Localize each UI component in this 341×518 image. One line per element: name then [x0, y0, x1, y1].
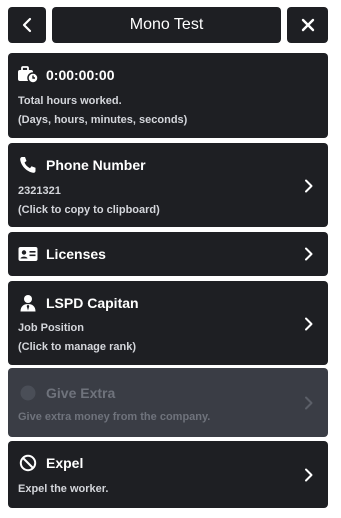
job-position-card[interactable]: LSPD Capitan Job Position (Click to mana… — [8, 281, 328, 365]
page-title: Mono Test — [52, 7, 281, 43]
phone-number-card[interactable]: Phone Number 2321321 (Click to copy to c… — [8, 143, 328, 227]
phone-number-value: 2321321 — [18, 185, 61, 197]
expel-card[interactable]: Expel Expel the worker. — [8, 441, 328, 508]
briefcase-clock-icon — [18, 66, 38, 84]
give-extra-card: Give Extra Give extra money from the com… — [8, 368, 328, 437]
licenses-header: Licenses — [18, 245, 106, 263]
back-button[interactable] — [8, 7, 46, 43]
chevron-right-icon — [305, 468, 313, 482]
user-tie-icon — [18, 294, 38, 312]
job-position-label: Job Position — [18, 322, 84, 334]
job-title: LSPD Capitan — [46, 295, 139, 311]
expel-title: Expel — [46, 455, 84, 471]
hours-value: 0:00:00:00 — [46, 67, 115, 83]
chevron-left-icon — [22, 17, 32, 33]
employee-panel: Mono Test 0:00:00:00 Total hours worked.… — [0, 0, 341, 518]
hours-format-hint: (Days, hours, minutes, seconds) — [18, 114, 188, 126]
licenses-card[interactable]: Licenses — [8, 232, 328, 276]
hours-header: 0:00:00:00 — [18, 66, 115, 84]
dollar-icon — [18, 384, 38, 402]
chevron-right-icon — [305, 179, 313, 193]
chevron-right-icon — [305, 317, 313, 331]
phone-header: Phone Number — [18, 156, 146, 174]
close-icon — [301, 18, 314, 32]
give-extra-title: Give Extra — [46, 385, 116, 401]
id-card-icon — [18, 245, 38, 263]
give-extra-header: Give Extra — [18, 384, 115, 402]
job-header: LSPD Capitan — [18, 294, 139, 312]
expel-header: Expel — [18, 454, 83, 472]
phone-copy-hint: (Click to copy to clipboard) — [18, 204, 160, 216]
phone-title: Phone Number — [46, 157, 146, 173]
hours-description: Total hours worked. — [18, 95, 122, 107]
ban-icon — [18, 454, 38, 472]
expel-description: Expel the worker. — [18, 483, 109, 495]
hours-worked-card: 0:00:00:00 Total hours worked. (Days, ho… — [8, 53, 328, 138]
chevron-right-icon — [305, 396, 313, 410]
close-button[interactable] — [287, 7, 328, 43]
chevron-right-icon — [305, 247, 313, 261]
phone-icon — [18, 156, 38, 174]
licenses-title: Licenses — [46, 246, 106, 262]
job-manage-hint: (Click to manage rank) — [18, 341, 136, 353]
give-extra-description: Give extra money from the company. — [18, 411, 211, 423]
